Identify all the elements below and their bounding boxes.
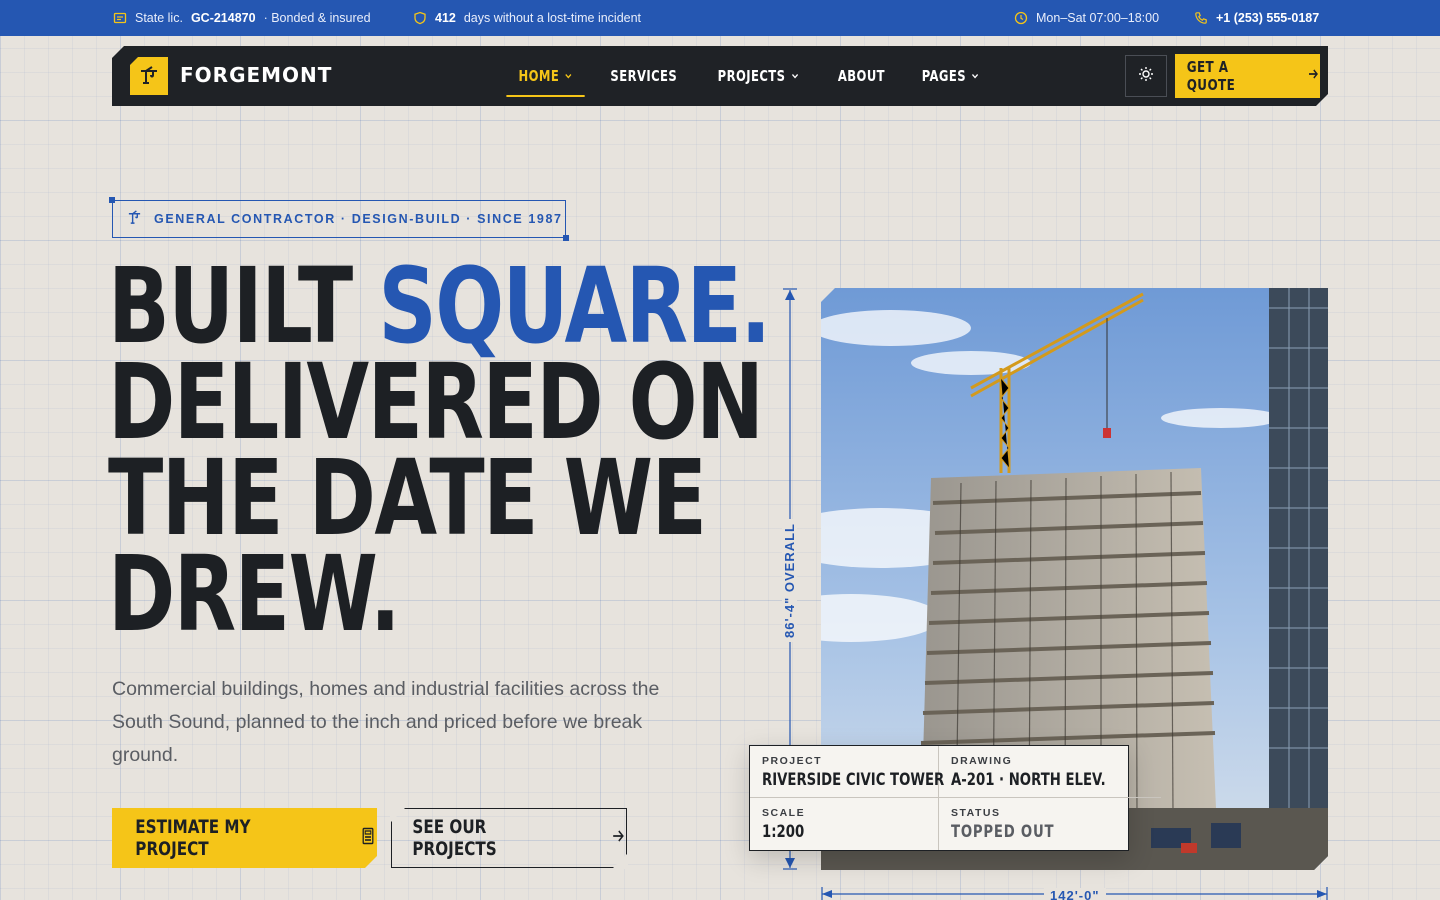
height-value: 86'-4" OVERALL — [781, 518, 797, 642]
theme-toggle-button[interactable] — [1125, 55, 1167, 97]
status-key: STATUS — [951, 807, 1001, 819]
project-cell: PROJECT RIVERSIDE CIVIC TOWER — [750, 746, 945, 798]
phone-number[interactable]: +1 (253) 555-0187 — [1216, 11, 1319, 25]
phone-link[interactable]: +1 (253) 555-0187 — [1194, 11, 1319, 25]
drawing-cell: DRAWING A-201 · NORTH ELEV. — [939, 746, 1162, 798]
license-info: State lic. GC-214870 · Bonded & insured — [113, 11, 371, 25]
crane-icon — [127, 210, 142, 228]
safety-record: 412 days without a lost-time incident — [413, 11, 641, 25]
shield-icon — [413, 11, 427, 25]
chevron-down-icon — [971, 71, 980, 81]
nav-item-projects[interactable]: PROJECTS — [706, 46, 812, 106]
headline-line: DREW. — [108, 533, 401, 655]
nav-item-home[interactable]: HOME — [506, 46, 585, 106]
license-badge-icon — [113, 11, 127, 25]
license-number: GC-214870 — [190, 11, 256, 25]
clock-icon — [1014, 11, 1028, 25]
main-nav: FORGEMONT HOME SERVICES PROJECTS ABOUT P… — [112, 46, 1328, 106]
safety-days: 412 — [435, 11, 456, 25]
nav-item-about[interactable]: ABOUT — [826, 46, 897, 106]
status-cell: STATUS TOPPED OUT — [939, 798, 1161, 850]
drawing-value: A-201 · NORTH ELEV. — [951, 770, 1106, 790]
chevron-down-icon — [791, 71, 800, 81]
corner-notch — [612, 853, 628, 869]
license-prefix: State lic. — [135, 11, 183, 25]
corner-notch — [390, 807, 406, 823]
brand-name[interactable]: FORGEMONT — [180, 63, 332, 87]
status-value: TOPPED OUT — [951, 822, 1055, 842]
business-hours: Mon–Sat 07:00–18:00 — [1014, 11, 1159, 25]
hours-text: Mon–Sat 07:00–18:00 — [1036, 11, 1160, 25]
get-quote-label: GET A QUOTE — [1186, 58, 1236, 94]
nav-item-pages[interactable]: PAGES — [909, 46, 991, 106]
hero-headline: BUILT SQUARE. DELIVERED ON THE DATE WE D… — [108, 254, 771, 655]
nav-item-label: HOME — [518, 67, 560, 85]
chevron-down-icon — [564, 71, 573, 81]
nav-item-label: PROJECTS — [717, 67, 786, 85]
height-dimension-label: 86'-4" OVERALL — [779, 518, 799, 642]
nav-item-label: SERVICES — [610, 67, 678, 85]
headline-line: DELIVERED ON — [108, 341, 764, 463]
eyebrow-text: GENERAL CONTRACTOR · DESIGN-BUILD · SINC… — [154, 212, 563, 226]
width-dimension-label: 142'-0" — [1044, 888, 1106, 900]
arrow-right-icon — [612, 827, 625, 849]
scale-cell: SCALE 1:200 — [750, 798, 939, 850]
get-quote-button[interactable]: GET A QUOTE — [1175, 54, 1320, 98]
estimate-label: ESTIMATE MY PROJECT — [135, 816, 251, 860]
utility-bar: State lic. GC-214870 · Bonded & insured … — [0, 0, 1440, 36]
nav-menu: HOME SERVICES PROJECTS ABOUT PAGES — [500, 46, 998, 106]
license-suffix: · Bonded & insured — [263, 11, 371, 25]
scale-value: 1:200 — [762, 822, 805, 842]
crane-hook-icon[interactable] — [130, 57, 168, 95]
headline-line: THE DATE WE — [108, 437, 707, 559]
drawing-title-block: PROJECT RIVERSIDE CIVIC TOWER DRAWING A-… — [749, 745, 1162, 851]
nav-item-label: PAGES — [921, 67, 966, 85]
project-key: PROJECT — [762, 755, 823, 767]
scale-key: SCALE — [762, 807, 806, 819]
calculator-icon — [361, 827, 375, 850]
hero-description: Commercial buildings, homes and industri… — [112, 678, 660, 766]
hero-eyebrow: GENERAL CONTRACTOR · DESIGN-BUILD · SINC… — [109, 197, 569, 241]
safety-text: days without a lost-time incident — [463, 11, 642, 25]
nav-item-services[interactable]: SERVICES — [599, 46, 690, 106]
nav-item-label: ABOUT — [837, 67, 885, 85]
estimate-project-button[interactable]: ESTIMATE MY PROJECT — [112, 808, 377, 868]
sun-icon — [1138, 66, 1154, 87]
see-projects-label: SEE OUR PROJECTS — [412, 816, 497, 860]
see-projects-button[interactable]: SEE OUR PROJECTS — [390, 807, 628, 869]
project-value: RIVERSIDE CIVIC TOWER — [762, 770, 945, 790]
phone-icon — [1194, 11, 1208, 25]
drawing-key: DRAWING — [951, 755, 1013, 767]
arrow-right-icon — [1307, 67, 1318, 85]
